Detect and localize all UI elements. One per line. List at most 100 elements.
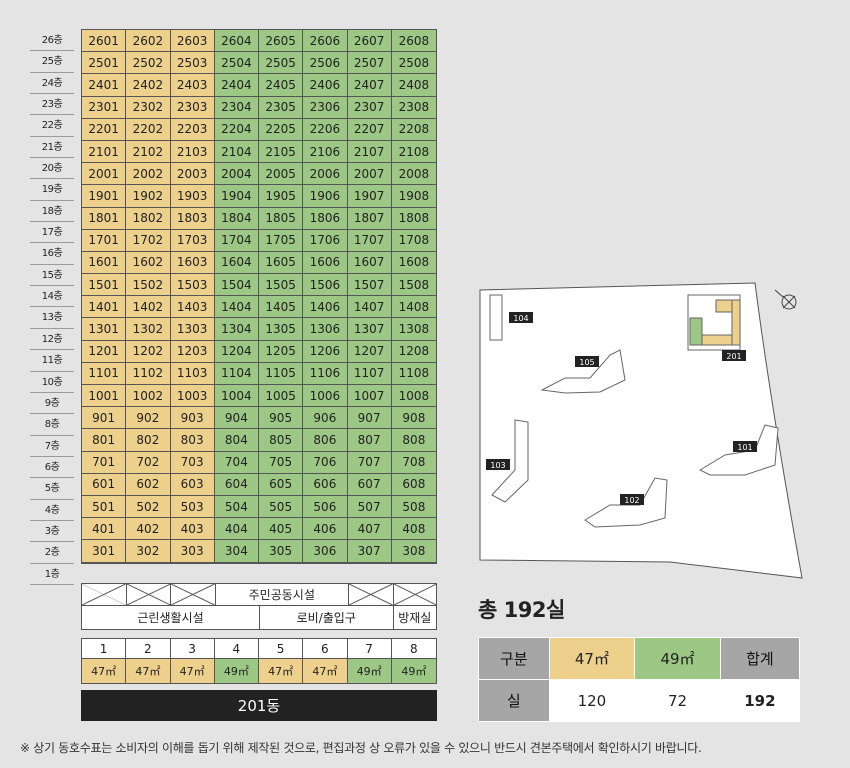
building-105-label: 105 — [579, 358, 594, 367]
unit-cell: 905 — [259, 407, 304, 430]
unit-cell: 2406 — [303, 74, 348, 97]
floor-label: 8층 — [30, 414, 74, 436]
unit-cell: 801 — [82, 429, 127, 452]
unit-cell: 1503 — [170, 274, 215, 297]
unit-cell: 1601 — [82, 251, 127, 275]
unit-cell: 1305 — [259, 318, 304, 341]
unit-cell: 2304 — [214, 96, 259, 119]
unit-cell: 1707 — [347, 229, 392, 252]
unit-cell: 701 — [82, 451, 127, 474]
unit-cell: 1206 — [303, 340, 348, 363]
unit-cell: 1102 — [126, 362, 171, 385]
unit-cell: 2606 — [303, 30, 348, 53]
unit-cell: 504 — [214, 495, 259, 519]
unit-cell: 1808 — [391, 207, 436, 230]
unit-cell: 807 — [347, 429, 392, 452]
unit-cell: 1402 — [126, 296, 171, 319]
unit-cell: 502 — [126, 495, 171, 519]
floor-label: 25층 — [30, 51, 74, 73]
unit-cell: 1008 — [391, 385, 436, 408]
unit-cell: 2104 — [214, 140, 259, 164]
unit-cell: 503 — [170, 495, 215, 519]
unit-cell: 403 — [170, 518, 215, 541]
unit-cell: 2002 — [126, 163, 171, 186]
unit-cell: 2301 — [82, 96, 127, 119]
unit-cell: 1201 — [82, 340, 127, 363]
unit-cell: 2004 — [214, 163, 259, 186]
unit-cell: 1204 — [214, 340, 259, 363]
unit-cell: 2207 — [347, 118, 392, 141]
unit-cell: 2504 — [214, 52, 259, 75]
unit-cell: 1801 — [82, 207, 127, 230]
unit-cell: 1901 — [82, 185, 127, 208]
unit-cell: 1101 — [82, 362, 127, 385]
unit-cell: 604 — [214, 473, 259, 496]
building-102-label: 102 — [624, 496, 639, 505]
summary-value-47: 120 — [548, 679, 636, 722]
unit-cell: 707 — [347, 451, 392, 474]
unit-cell: 2206 — [303, 118, 348, 141]
unit-cell: 1403 — [170, 296, 215, 319]
unit-cell: 602 — [126, 473, 171, 496]
unit-cell: 1105 — [259, 362, 304, 385]
unit-cell: 506 — [303, 495, 348, 519]
unit-cell: 1506 — [303, 274, 348, 297]
unit-cell: 1908 — [391, 185, 436, 208]
floor-label: 21층 — [30, 137, 74, 159]
unit-cell: 1006 — [303, 385, 348, 408]
community-facility-label: 주민공동시설 — [216, 584, 349, 605]
unit-cell: 2607 — [347, 30, 392, 53]
unit-cell: 1003 — [170, 385, 215, 408]
unit-cell: 407 — [347, 518, 392, 541]
unit-cell: 302 — [126, 540, 171, 563]
unit-cell: 2404 — [214, 74, 259, 97]
unit-cell: 2608 — [391, 30, 436, 53]
line-number: 6 — [303, 639, 348, 658]
unit-cell: 1103 — [170, 362, 215, 385]
unit-cell: 1702 — [126, 229, 171, 252]
unit-cell: 505 — [259, 495, 304, 519]
unit-cell: 1508 — [391, 274, 436, 297]
unit-cell: 2008 — [391, 163, 436, 186]
unit-cell: 1207 — [347, 340, 392, 363]
unit-cell: 2401 — [82, 74, 127, 97]
unit-cell: 802 — [126, 429, 171, 452]
unit-cell: 2506 — [303, 52, 348, 75]
unit-cell: 1302 — [126, 318, 171, 341]
line-size: 47㎡ — [303, 658, 348, 683]
site-plan: 104 105 201 103 102 101 — [479, 282, 803, 579]
floor-label: 10층 — [30, 372, 74, 393]
unit-cell: 2603 — [170, 30, 215, 53]
unit-cell: 2602 — [126, 30, 171, 53]
unit-cell: 305 — [259, 540, 304, 563]
floor-label: 5층 — [30, 478, 74, 500]
unit-cell: 2605 — [259, 30, 304, 53]
unit-cell: 2505 — [259, 52, 304, 75]
unit-cell: 2508 — [391, 52, 436, 75]
floor-label: 22층 — [30, 115, 74, 137]
unit-cell: 1607 — [347, 251, 392, 275]
line-size: 47㎡ — [126, 658, 171, 683]
unit-cell: 2105 — [259, 140, 304, 164]
unit-cell: 1303 — [170, 318, 215, 341]
unit-cell: 806 — [303, 429, 348, 452]
unit-cell: 1205 — [259, 340, 304, 363]
neighborhood-facility-label: 근린생활시설 — [82, 606, 260, 629]
unit-cell: 608 — [391, 473, 436, 496]
unit-cell: 1307 — [347, 318, 392, 341]
unit-cell: 2502 — [126, 52, 171, 75]
unit-cell: 705 — [259, 451, 304, 474]
unit-cell: 1504 — [214, 274, 259, 297]
unit-cell: 605 — [259, 473, 304, 496]
no-unit-mark — [82, 584, 127, 605]
unit-cell: 706 — [303, 451, 348, 474]
unit-cell: 408 — [391, 518, 436, 541]
floor-label: 17층 — [30, 222, 74, 244]
line-number: 3 — [171, 639, 215, 658]
no-unit-mark — [127, 584, 171, 605]
unit-cell: 1804 — [214, 207, 259, 230]
unit-cell: 1606 — [303, 251, 348, 275]
unit-cell: 1706 — [303, 229, 348, 252]
line-size: 47㎡ — [259, 658, 304, 683]
unit-cell: 1107 — [347, 362, 392, 385]
